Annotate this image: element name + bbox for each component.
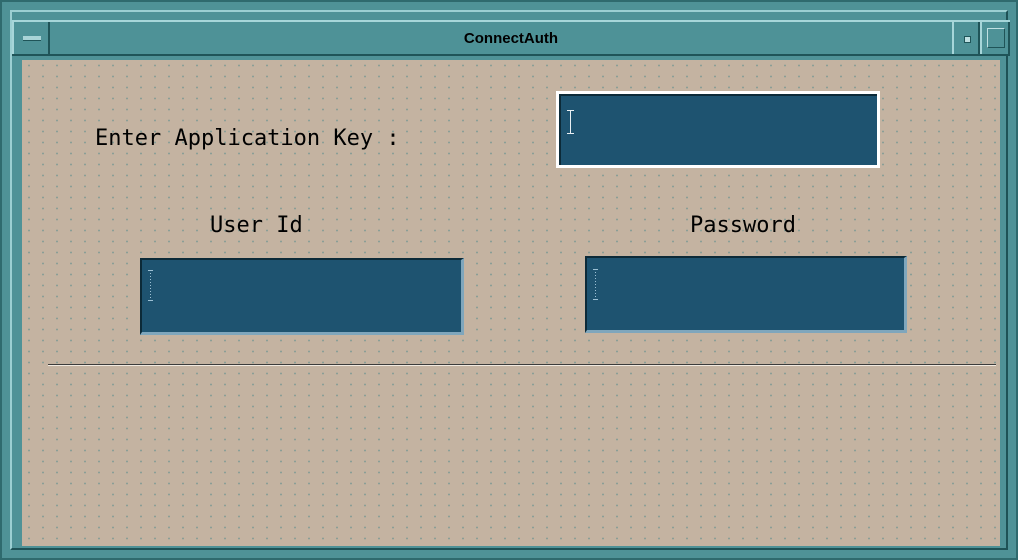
application-key-label: Enter Application Key :: [95, 126, 400, 151]
user-id-label: User Id: [210, 213, 303, 238]
form-area: Enter Application Key : User Id Password: [22, 60, 1000, 546]
maximize-button[interactable]: [980, 22, 1010, 54]
password-label: Password: [690, 213, 796, 238]
text-cursor-icon: [567, 110, 574, 134]
minimize-icon: [964, 36, 971, 43]
connectauth-window: ConnectAuth Enter Application Key : User…: [0, 0, 1018, 560]
password-input[interactable]: [585, 256, 907, 333]
window-title: ConnectAuth: [463, 30, 559, 47]
application-key-input[interactable]: [556, 91, 880, 168]
separator: [48, 364, 996, 366]
password-caret-icon: [593, 269, 598, 300]
minimize-button[interactable]: [952, 22, 980, 54]
user-id-input[interactable]: [140, 258, 464, 335]
title-bar[interactable]: ConnectAuth: [12, 20, 1010, 56]
maximize-icon: [987, 28, 1005, 48]
user-id-caret-icon: [148, 270, 153, 301]
